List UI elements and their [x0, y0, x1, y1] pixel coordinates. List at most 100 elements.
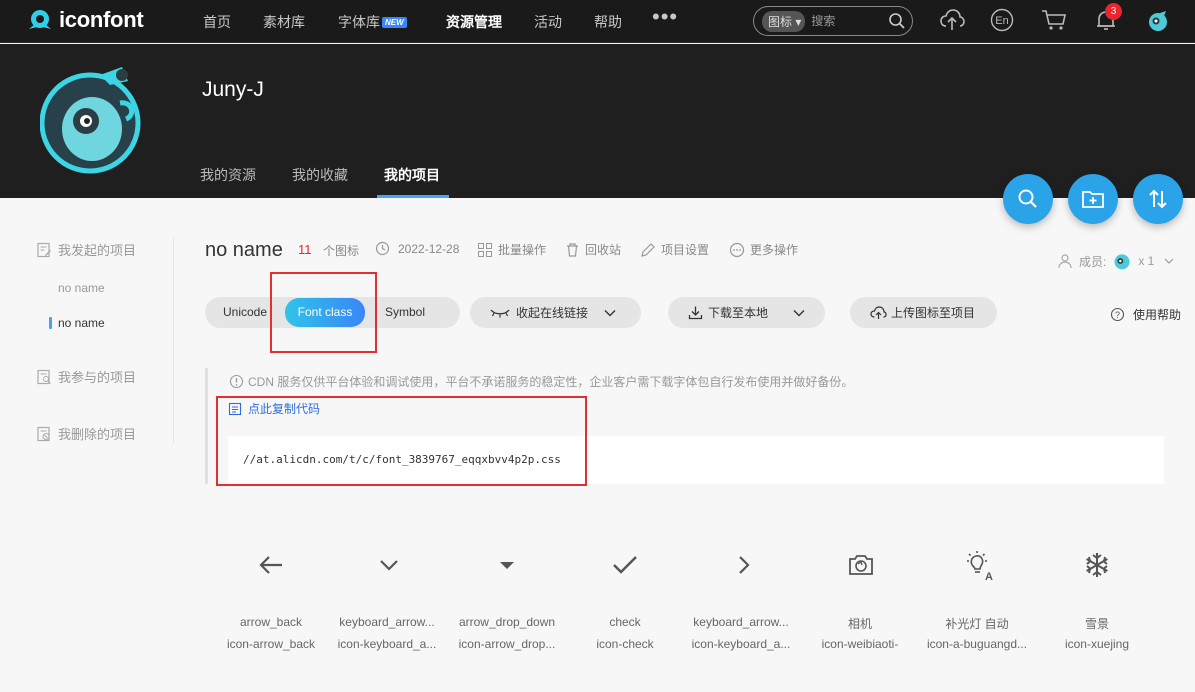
glyph-class: icon-arrow_drop... — [458, 637, 556, 651]
glyph-name: arrow_drop_down — [458, 615, 556, 629]
language-en-icon[interactable]: En — [990, 8, 1014, 32]
more-operations-label: 更多操作 — [750, 243, 799, 257]
members-label: 成员: — [1079, 254, 1107, 269]
chevron-down-icon — [604, 309, 616, 316]
user-icon — [1058, 254, 1072, 269]
cart-icon[interactable] — [1041, 8, 1067, 32]
search-type-select[interactable]: 图标 ▾ — [762, 10, 806, 32]
nav-activity[interactable]: 活动 — [534, 12, 562, 32]
batch-icon — [478, 242, 492, 257]
project-date: 2022-12-28 — [375, 241, 459, 256]
format-symbol-tab[interactable]: Symbol — [385, 301, 425, 324]
download-label: 下载至本地 — [708, 306, 769, 320]
top-nav: iconfont 首页 素材库 字体库 NEW 资源管理 活动 帮助 ••• 图标… — [0, 0, 1195, 43]
nav-home[interactable]: 首页 — [203, 12, 231, 32]
icon-count: 11 — [298, 242, 312, 257]
batch-operations-button[interactable]: 批量操作 — [477, 241, 546, 258]
batch-operations-label: 批量操作 — [498, 243, 547, 257]
tab-my-resources[interactable]: 我的资源 — [200, 165, 256, 185]
search-fab[interactable] — [1003, 174, 1053, 224]
sort-icon — [1149, 189, 1167, 209]
new-badge: NEW — [382, 17, 407, 28]
recycle-bin-label: 回收站 — [585, 243, 622, 257]
usage-help-label: 使用帮助 — [1133, 308, 1182, 322]
nav-fonts[interactable]: 字体库 NEW — [338, 12, 407, 32]
highlight-box-format — [270, 272, 377, 353]
logo-icon — [29, 10, 51, 29]
chevron-down-icon — [1164, 258, 1174, 264]
logo[interactable]: iconfont — [26, 7, 144, 33]
profile-header — [0, 44, 1195, 198]
chevron-down-icon — [793, 309, 805, 316]
upload-cloud-icon[interactable] — [939, 8, 965, 32]
glyph-caret-down-icon[interactable] — [462, 550, 552, 583]
tab-my-projects[interactable]: 我的项目 — [384, 165, 440, 185]
search-icon[interactable] — [888, 12, 906, 30]
glyph-class: icon-arrow_back — [226, 637, 316, 651]
usage-help-link[interactable]: ? 使用帮助 — [1110, 306, 1181, 323]
glyph-check-icon[interactable] — [580, 550, 670, 583]
download-button[interactable]: 下载至本地 — [668, 297, 825, 328]
recycle-bin-button[interactable]: 回收站 — [565, 241, 621, 258]
collapse-link-label: 收起在线链接 — [516, 306, 589, 320]
glyph-class: icon-a-buguangd... — [926, 637, 1028, 651]
highlight-box-code — [216, 396, 587, 486]
icon-count-label: 个图标 — [323, 244, 360, 258]
sidebar-initiated-projects[interactable]: 我发起的项目 — [36, 240, 136, 259]
project-date-text: 2022-12-28 — [398, 241, 460, 256]
more-operations-button[interactable]: 更多操作 — [729, 241, 798, 258]
new-folder-fab[interactable] — [1068, 174, 1118, 224]
sidebar-divider — [173, 238, 174, 443]
download-icon — [688, 306, 703, 320]
more-circle-icon — [729, 242, 745, 257]
sidebar-project-item-active[interactable]: no name — [58, 316, 105, 330]
upload-cloud-icon — [870, 305, 887, 319]
members-count: x 1 — [1138, 254, 1155, 268]
question-circle-icon: ? — [1110, 307, 1125, 322]
glyph-name: arrow_back — [239, 615, 303, 629]
more-icon[interactable]: ••• — [652, 4, 678, 30]
glyph-class: icon-check — [596, 637, 654, 651]
nav-help[interactable]: 帮助 — [594, 12, 622, 32]
collapse-link-button[interactable]: 收起在线链接 — [470, 297, 641, 328]
glyph-fill-light-auto-icon[interactable]: A — [934, 550, 1024, 585]
format-unicode-tab[interactable]: Unicode — [223, 301, 267, 324]
svg-text:A: A — [985, 571, 993, 582]
document-edit-icon — [37, 242, 51, 257]
members[interactable]: 成员: x 1 — [1057, 251, 1174, 271]
sidebar-project-item[interactable]: no name — [58, 281, 105, 295]
sidebar-initiated-label: 我发起的项目 — [58, 243, 137, 258]
search-input[interactable] — [811, 14, 872, 28]
sidebar-deleted-projects[interactable]: 我删除的项目 — [36, 424, 136, 443]
cdn-notice-text: CDN 服务仅供平台体验和调试使用，平台不承诺服务的稳定性，企业客户需下载字体包… — [248, 375, 854, 389]
project-settings-button[interactable]: 项目设置 — [640, 241, 709, 258]
glyph-name: keyboard_arrow... — [339, 615, 435, 629]
active-tab-indicator — [377, 195, 449, 198]
sidebar-participated-label: 我参与的项目 — [58, 370, 137, 385]
glyph-name: 补光灯 自动 — [945, 617, 1009, 631]
svg-text:En: En — [995, 15, 1008, 27]
trash-icon — [567, 243, 578, 257]
glyph-class: icon-xuejing — [1064, 637, 1130, 651]
info-icon — [229, 374, 244, 389]
tab-my-favorites[interactable]: 我的收藏 — [292, 165, 348, 185]
sort-fab[interactable] — [1133, 174, 1183, 224]
project-title: no name — [205, 239, 283, 261]
eye-closed-icon — [490, 309, 510, 317]
glyph-arrow-back-icon[interactable] — [226, 550, 316, 583]
folder-add-icon — [1082, 191, 1104, 208]
project-settings-label: 项目设置 — [661, 243, 710, 257]
nav-resource-management[interactable]: 资源管理 — [446, 12, 502, 32]
active-project-indicator — [49, 317, 52, 329]
sidebar-deleted-label: 我删除的项目 — [58, 427, 137, 442]
document-delete-icon — [37, 426, 50, 441]
glyph-snowflake-icon[interactable] — [1052, 550, 1142, 583]
cdn-notice: CDN 服务仅供平台体验和调试使用，平台不承诺服务的稳定性，企业客户需下载字体包… — [229, 373, 853, 390]
glyph-chevron-right-icon[interactable] — [698, 550, 788, 583]
glyph-chevron-down-icon[interactable] — [344, 550, 434, 583]
glyph-camera-icon[interactable] — [816, 550, 906, 583]
nav-materials[interactable]: 素材库 — [263, 12, 305, 32]
user-avatar-small[interactable] — [1146, 9, 1170, 33]
upload-to-project-button[interactable]: 上传图标至项目 — [850, 297, 997, 328]
sidebar-participated-projects[interactable]: 我参与的项目 — [36, 367, 136, 386]
